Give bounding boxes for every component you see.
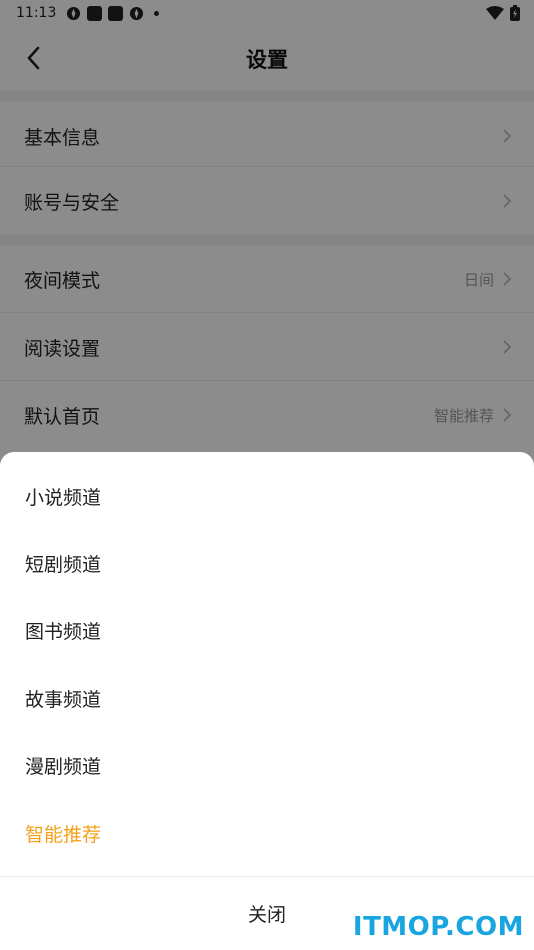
option-label-selected: 智能推荐	[25, 824, 102, 846]
option-label: 故事频道	[25, 689, 102, 711]
option-label: 图书频道	[25, 621, 102, 643]
option-label: 漫剧频道	[25, 756, 102, 778]
option-smart-recommend[interactable]: 智能推荐	[0, 799, 534, 866]
option-label: 短剧频道	[25, 554, 102, 576]
option-book-channel[interactable]: 图书频道	[0, 596, 534, 663]
default-home-picker-sheet: 小说频道 短剧频道 图书频道 故事频道 漫剧频道 智能推荐 关闭	[0, 452, 534, 950]
option-label: 小说频道	[25, 487, 102, 509]
option-short-drama-channel[interactable]: 短剧频道	[0, 529, 534, 596]
option-comic-drama-channel[interactable]: 漫剧频道	[0, 731, 534, 798]
watermark: ITMOP.COM	[352, 912, 524, 942]
option-novel-channel[interactable]: 小说频道	[0, 462, 534, 529]
option-story-channel[interactable]: 故事频道	[0, 664, 534, 731]
